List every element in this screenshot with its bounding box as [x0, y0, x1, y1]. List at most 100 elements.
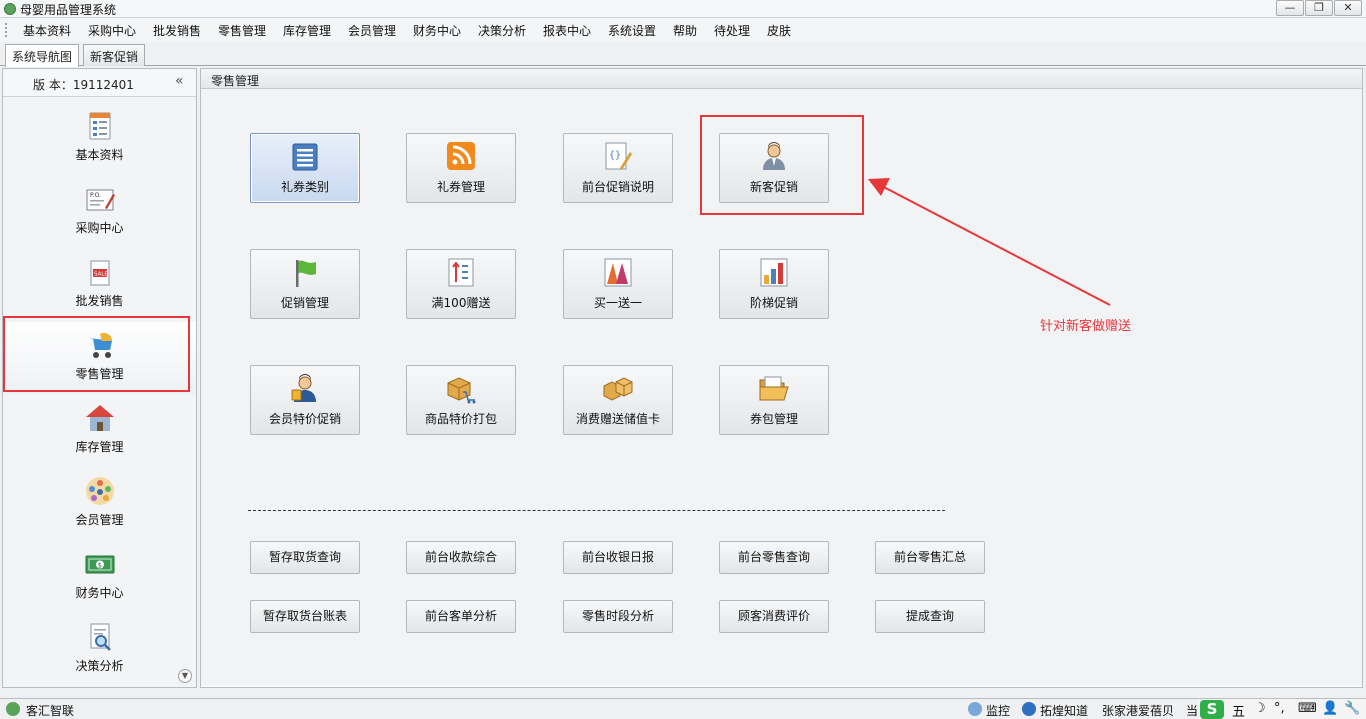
sidebar-item-finance[interactable]: $ 财务中心 — [3, 541, 196, 613]
list-icon — [292, 143, 318, 171]
menu-membership[interactable]: 会员管理 — [348, 22, 396, 39]
button-label: 商品特价打包 — [424, 412, 497, 426]
menu-wholesale[interactable]: 批发销售 — [153, 22, 201, 39]
wrench-icon[interactable]: 🔧 — [1344, 701, 1360, 716]
info-icon — [1022, 702, 1036, 716]
svg-text:{}: {} — [609, 150, 621, 161]
front-order-analysis-button[interactable]: 前台客单分析 — [406, 600, 516, 633]
sogou-ime-icon[interactable]: S — [1200, 700, 1224, 719]
monitor-label[interactable]: 监控 — [986, 702, 1010, 719]
button-label: 礼券管理 — [436, 180, 485, 194]
moon-icon[interactable]: ☽ — [1254, 701, 1266, 716]
coupon-management-button[interactable]: 礼券管理 — [406, 133, 516, 203]
member-special-price-button[interactable]: 会员特价促销 — [250, 365, 360, 435]
menu-reports[interactable]: 报表中心 — [543, 22, 591, 39]
front-promo-description-button[interactable]: {} 前台促销说明 — [563, 133, 673, 203]
customer-spending-review-button[interactable]: 顾客消费评价 — [719, 600, 829, 633]
app-status-icon — [6, 702, 20, 716]
tab-system-nav[interactable]: 系统导航图 — [5, 44, 80, 67]
monitor-icon — [968, 702, 982, 716]
tab-new-customer-promo[interactable]: 新客促销 — [83, 44, 146, 66]
sidebar-item-membership[interactable]: 会员管理 — [3, 468, 196, 540]
box-cart-icon — [447, 377, 476, 404]
members-group-icon — [85, 477, 114, 505]
green-flag-icon — [296, 260, 316, 287]
button-label: 阶梯促销 — [749, 296, 798, 310]
sidebar-item-label: 批发销售 — [75, 294, 124, 308]
front-retail-query-button[interactable]: 前台零售查询 — [719, 541, 829, 574]
coupon-package-management-button[interactable]: 券包管理 — [719, 365, 829, 435]
purchase-order-icon: P.O. — [86, 189, 115, 211]
sort-ascending-icon — [448, 258, 474, 287]
menu-pending[interactable]: 待处理 — [714, 22, 750, 39]
collapse-icon[interactable]: « — [175, 73, 184, 89]
svg-text:$: $ — [97, 562, 101, 570]
status-bar: 客汇智联 监控 拓煌知道 张家港爱蓓贝 当 S 五 ☽ °, ⌨ 👤 🔧 — [0, 698, 1366, 719]
commission-query-button[interactable]: 提成查询 — [875, 600, 985, 633]
retail-time-period-analysis-button[interactable]: 零售时段分析 — [563, 600, 673, 633]
status-truncated-text: 当 — [1186, 704, 1199, 718]
menu-finance[interactable]: 财务中心 — [413, 22, 461, 39]
spend-gift-stored-value-card-button[interactable]: 消费赠送储值卡 — [563, 365, 673, 435]
sidebar-item-decision[interactable]: 决策分析 — [3, 614, 196, 686]
warehouse-house-icon — [85, 405, 114, 431]
sidebar-item-label: 决策分析 — [75, 659, 124, 673]
annotation-arrow — [868, 178, 1111, 306]
temp-pickup-query-button[interactable]: 暂存取货查询 — [250, 541, 360, 574]
panel-title: 零售管理 — [211, 74, 260, 88]
coupon-category-button[interactable]: 礼券类别 — [250, 133, 360, 203]
promotion-management-button[interactable]: 促销管理 — [250, 249, 360, 319]
keyboard-icon[interactable]: ⌨ — [1298, 701, 1317, 716]
buy-one-get-one-button[interactable]: 买一送一 — [563, 249, 673, 319]
button-label: 券包管理 — [749, 412, 798, 426]
menu-help[interactable]: 帮助 — [673, 22, 697, 39]
sidebar-item-wholesale[interactable]: SALE 批发销售 — [3, 249, 196, 321]
menu-retail[interactable]: 零售管理 — [218, 22, 266, 39]
store-name: 张家港爱蓓贝 — [1102, 704, 1175, 718]
panel-header: 零售管理 — [201, 69, 1362, 89]
menu-basic-data[interactable]: 基本资料 — [23, 22, 71, 39]
sidebar-item-label: 财务中心 — [75, 586, 124, 600]
temp-pickup-ledger-button[interactable]: 暂存取货台账表 — [250, 600, 360, 633]
front-retail-summary-button[interactable]: 前台零售汇总 — [875, 541, 985, 574]
tiered-promo-button[interactable]: 阶梯促销 — [719, 249, 829, 319]
product-bundle-price-button[interactable]: 商品特价打包 — [406, 365, 516, 435]
sidebar-item-purchase[interactable]: P.O. 采购中心 — [3, 176, 196, 248]
help-knowledge-link[interactable]: 拓煌知道 — [1040, 702, 1088, 719]
tab-bar: 系统导航图 新客促销 — [0, 42, 1366, 67]
menu-grip-icon — [5, 23, 9, 37]
button-label: 满100赠送 — [431, 296, 491, 310]
title-bar: 母婴用品管理系统 — ❐ ✕ — [0, 0, 1366, 18]
sidebar-item-inventory[interactable]: 库存管理 — [3, 395, 196, 467]
member-badge-icon — [291, 374, 316, 402]
front-payment-summary-button[interactable]: 前台收款综合 — [406, 541, 516, 574]
close-button[interactable]: ✕ — [1334, 0, 1362, 16]
ime-toolbar: S 五 ☽ °, ⌨ 👤 🔧 — [1198, 699, 1366, 719]
ime-wubi-toggle[interactable]: 五 — [1232, 701, 1245, 719]
minimize-button[interactable]: — — [1276, 0, 1304, 16]
menu-inventory[interactable]: 库存管理 — [283, 22, 331, 39]
menu-skin[interactable]: 皮肤 — [767, 22, 791, 39]
user-icon[interactable]: 👤 — [1322, 701, 1338, 716]
sidebar-item-label: 会员管理 — [75, 513, 124, 527]
restore-button[interactable]: ❐ — [1305, 0, 1333, 16]
sidebar-item-label: 库存管理 — [75, 440, 124, 454]
button-label: 前台促销说明 — [581, 180, 654, 194]
annotation-text: 针对新客做赠送 — [1040, 319, 1132, 334]
cash-banknote-icon: $ — [85, 555, 114, 574]
spend-100-gift-button[interactable]: 满100赠送 — [406, 249, 516, 319]
sale-tag-icon: SALE — [90, 260, 109, 286]
menu-decision[interactable]: 决策分析 — [478, 22, 526, 39]
sidebar-item-basic-data[interactable]: 基本资料 — [3, 103, 196, 175]
version-row: 版 本：19112401 « — [3, 69, 196, 97]
sidebar-scroll-down-button[interactable]: ▼ — [178, 669, 192, 683]
menu-purchase-center[interactable]: 采购中心 — [88, 22, 136, 39]
document-list-icon — [89, 112, 110, 140]
menu-settings[interactable]: 系统设置 — [608, 22, 656, 39]
button-label: 促销管理 — [280, 296, 329, 310]
button-label: 礼券类别 — [280, 180, 329, 194]
front-cashier-daily-report-button[interactable]: 前台收银日报 — [563, 541, 673, 574]
punctuation-icon[interactable]: °, — [1274, 701, 1285, 716]
section-divider — [248, 510, 945, 511]
svg-text:P.O.: P.O. — [90, 192, 101, 199]
